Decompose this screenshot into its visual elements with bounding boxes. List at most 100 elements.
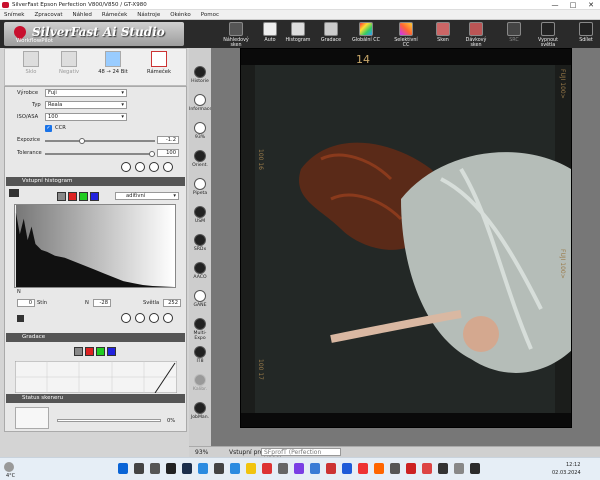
word-icon[interactable] [342, 463, 352, 474]
histo-reset-button[interactable] [121, 313, 131, 323]
grad-grey-icon[interactable] [74, 347, 83, 356]
stin-field[interactable]: 0 [17, 299, 35, 307]
toolbar-auto-button[interactable]: Auto [256, 22, 284, 43]
acrobat-icon[interactable] [358, 463, 368, 474]
maximize-button[interactable]: □ [564, 0, 582, 10]
tab-frame[interactable]: Rámeček [139, 51, 179, 75]
histogram-mode-select[interactable]: adiťivní [115, 192, 179, 200]
start-icon[interactable] [118, 463, 128, 474]
svetla-field[interactable]: 252 [163, 299, 181, 307]
typ-select[interactable]: Reala [45, 101, 127, 109]
tab-bit-depth[interactable]: 48 → 24 Bit [93, 51, 133, 75]
app-icon-7[interactable] [326, 463, 336, 474]
toolbar-batch-scan-button[interactable]: Dávkový sken [462, 22, 490, 48]
silverfast-task-icon[interactable] [262, 463, 272, 474]
weather-icon[interactable] [4, 462, 14, 472]
ccr-checkbox[interactable]: ✓ [45, 125, 52, 132]
sidebar-multi-expo[interactable]: Multi-Expo [189, 318, 211, 341]
grad-blue-icon[interactable] [107, 347, 116, 356]
close-button[interactable]: ✕ [582, 0, 600, 10]
expozice-knob[interactable] [79, 138, 85, 144]
taskview-icon[interactable] [150, 463, 160, 474]
gradation-curve[interactable] [15, 361, 177, 393]
app-icon-2[interactable] [214, 463, 224, 474]
toolbar-share-button[interactable]: Sdílet [572, 22, 600, 43]
sidebar-jobmanager[interactable]: JobMan. [189, 402, 211, 420]
sidebar-aaco[interactable]: AACO [189, 262, 211, 280]
app-icon-11[interactable] [454, 463, 464, 474]
toolbar-scan-button[interactable]: Sken [429, 22, 457, 43]
vyrobce-select[interactable]: Fuji [45, 89, 127, 97]
film-preview-image[interactable]: 14 100 16 100 17 FUJI 100> FUJI 100> [240, 48, 572, 428]
app-icon-8[interactable] [390, 463, 400, 474]
toolbar-lights-off-button[interactable]: Vypnout světla [534, 22, 562, 48]
pipette-small-icon[interactable] [17, 315, 24, 322]
toolbar-histogram-button[interactable]: Histogram [284, 22, 312, 43]
sidebar-zoom[interactable]: 93% [189, 122, 211, 140]
refresh-button[interactable] [163, 162, 173, 172]
sidebar-history[interactable]: Historie [189, 66, 211, 84]
tab-negative[interactable]: Negativ [49, 51, 89, 75]
minimize-button[interactable]: — [546, 0, 564, 10]
reset-button[interactable] [121, 162, 131, 172]
expert-button[interactable] [135, 162, 145, 172]
sidebar-pipette[interactable]: Pipeta [189, 178, 211, 196]
menu-ramecek[interactable]: Rámeček [102, 12, 127, 18]
app-icon-9[interactable] [422, 463, 432, 474]
workflowpilot-label[interactable]: WorkflowPilot [16, 38, 53, 44]
grad-red-icon[interactable] [85, 347, 94, 356]
play-button[interactable] [149, 162, 159, 172]
sidebar-info[interactable]: Informace [189, 94, 212, 112]
toolbar-gradation-button[interactable]: Gradace [317, 22, 345, 43]
expozice-field[interactable]: -1.2 [157, 136, 179, 144]
histogram-tool-icon[interactable] [9, 189, 19, 197]
toolbar-selective-cc-button[interactable]: Selektivní CC [392, 22, 420, 48]
menu-zpracovat[interactable]: Zpracovat [34, 12, 62, 18]
app-icon-4[interactable] [278, 463, 288, 474]
tolerance-knob[interactable] [149, 151, 155, 157]
tolerance-slider[interactable] [45, 151, 155, 157]
app-icon-1[interactable] [198, 463, 208, 474]
toolbar-global-cc-button[interactable]: Globální CC [352, 22, 380, 43]
toolbar-prescan-button[interactable]: Náhledový sken [222, 22, 250, 48]
gradace-header[interactable]: Gradace [6, 333, 185, 342]
filezilla-icon[interactable] [406, 463, 416, 474]
status-header[interactable]: Status skeneru [6, 394, 185, 403]
histo-expert-button[interactable] [135, 313, 145, 323]
expozice-slider[interactable] [45, 138, 155, 144]
app-icon-6[interactable] [310, 463, 320, 474]
ps-app-icon[interactable] [182, 463, 192, 474]
toolbar-src-button[interactable]: SRC [500, 22, 528, 43]
sidebar-it8[interactable]: IT8 [189, 346, 211, 364]
sidebar-calibrate[interactable]: Kalibr. [189, 374, 211, 392]
app-icon-10[interactable] [438, 463, 448, 474]
tolerance-field[interactable]: 100 [157, 149, 179, 157]
menu-okenko[interactable]: Okénko [170, 12, 191, 18]
menu-nastroje[interactable]: Nástroje [137, 12, 160, 18]
input-profile-field[interactable]: SFprofT (Perfection V800) [261, 448, 341, 463]
channel-blue-icon[interactable] [90, 192, 99, 201]
channel-red-icon[interactable] [68, 192, 77, 201]
firefox-icon[interactable] [374, 463, 384, 474]
br-app-icon[interactable] [166, 463, 176, 474]
iso-select[interactable]: 100 [45, 113, 127, 121]
grad-green-icon[interactable] [96, 347, 105, 356]
menu-snimek[interactable]: Snímek [4, 12, 24, 18]
menu-nahled[interactable]: Náhled [73, 12, 92, 18]
sidebar-srdx[interactable]: SRDx [189, 234, 211, 252]
menu-pomoc[interactable]: Pomoc [201, 12, 219, 18]
histogram-chart[interactable] [14, 204, 176, 288]
search-icon[interactable] [134, 463, 144, 474]
histo-play-button[interactable] [149, 313, 159, 323]
app-icon-3[interactable] [230, 463, 240, 474]
histogram-header[interactable]: Vstupní histogram [6, 177, 185, 186]
app-icon-5[interactable] [294, 463, 304, 474]
channel-grey-icon[interactable] [57, 192, 66, 201]
explorer-icon[interactable] [246, 463, 256, 474]
sidebar-gane[interactable]: GANE [189, 290, 211, 308]
channel-green-icon[interactable] [79, 192, 88, 201]
n-field[interactable]: -28 [93, 299, 111, 307]
sidebar-orientation[interactable]: Orient. [189, 150, 211, 168]
app-icon-12[interactable] [470, 463, 480, 474]
sidebar-usm[interactable]: USM [189, 206, 211, 224]
